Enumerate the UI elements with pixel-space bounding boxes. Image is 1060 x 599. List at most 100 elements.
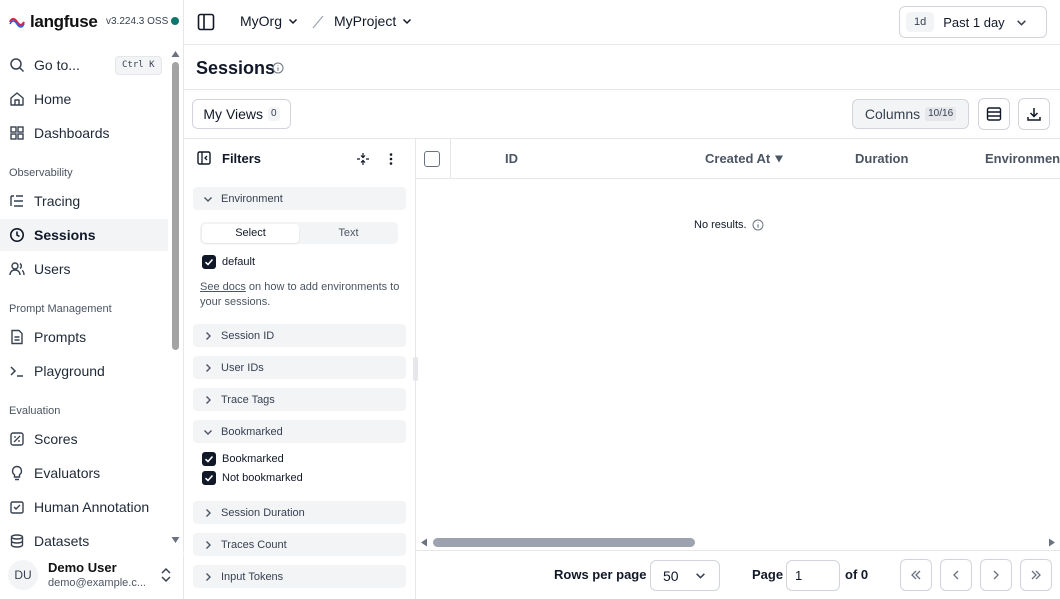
first-page-button[interactable] [900,559,932,591]
sidebar-item-home[interactable]: Home [0,83,168,115]
chevron-right-icon [206,331,211,340]
sidebar-toggle-icon[interactable] [197,13,215,31]
previous-page-button[interactable] [940,559,972,591]
sidebar-item-human-annotation[interactable]: Human Annotation [0,491,168,523]
facet-label: Trace Tags [221,393,275,406]
chevrons-up-down-icon[interactable] [160,567,172,583]
facet-environment[interactable]: Environment [193,187,406,210]
sidebar-item-label: Home [34,91,72,107]
column-header-environment[interactable]: Environment [985,151,1060,166]
see-docs-link[interactable]: See docs [200,281,246,293]
users-icon [9,262,25,276]
sidebar-item-dashboards[interactable]: Dashboards [0,117,168,149]
download-icon [1027,108,1041,121]
row-height-button[interactable] [978,98,1010,130]
database-icon [10,534,24,548]
sidebar: langfuse v3.224.3 OSS Go to... Ctrl K Ho… [0,0,184,599]
sidebar-item-label: Human Annotation [34,499,150,515]
facet-bookmarked[interactable]: Bookmarked [193,420,406,443]
facet-traces-count[interactable]: Traces Count [193,533,406,556]
environment-default-checkbox[interactable] [202,255,216,269]
facet-session-duration[interactable]: Session Duration [193,501,406,524]
list-tree-icon [10,195,23,207]
chevron-down-icon [1016,19,1026,26]
chevron-down-icon [288,18,298,25]
chevrons-right-icon [1031,570,1041,580]
chevron-down-icon [204,196,212,202]
column-header-id[interactable]: ID [505,151,518,166]
date-range-picker[interactable]: 1d Past 1 day [899,6,1047,38]
views-count-badge: 0 [268,107,280,121]
environment-hint: See docs on how to add environments to y… [200,280,400,310]
page-number-input[interactable] [786,560,840,591]
panel-left-icon[interactable] [197,151,211,165]
scroll-left-icon[interactable] [420,538,428,547]
column-header-created-at[interactable]: Created At [705,151,784,166]
project-switcher[interactable]: MyProject [334,13,412,29]
chevron-left-icon [953,570,959,580]
facet-label: Input Tokens [221,570,284,583]
info-icon[interactable] [272,62,284,74]
divider [184,89,1060,90]
group-label-observability: Observability [9,167,73,179]
column-divider [450,139,451,178]
select-all-checkbox[interactable] [424,151,440,167]
info-icon[interactable] [752,219,764,231]
chevron-right-icon [206,508,211,517]
facet-label: Traces Count [221,538,287,551]
sidebar-scroll-thumb[interactable] [172,62,179,350]
not-bookmarked-option-label: Not bookmarked [222,472,303,484]
sidebar-item-scores[interactable]: Scores [0,423,168,455]
facet-label: Session Duration [221,506,305,519]
date-range-label: Past 1 day [943,14,1005,30]
table-horizontal-scroll-thumb[interactable] [433,538,695,547]
sidebar-item-label: Users [34,261,71,277]
org-name: MyOrg [240,13,282,29]
facet-session-id[interactable]: Session ID [193,324,406,347]
sidebar-item-tracing[interactable]: Tracing [0,185,168,217]
resize-handle[interactable] [413,357,418,381]
next-page-button[interactable] [980,559,1012,591]
bookmarked-checkbox[interactable] [202,452,216,466]
facet-label: User IDs [221,361,264,374]
bookmarked-option-label: Bookmarked [222,453,284,465]
group-label-prompt-management: Prompt Management [9,303,112,315]
facet-input-tokens[interactable]: Input Tokens [193,565,406,588]
mode-text-tab[interactable]: Text [300,224,397,243]
not-bookmarked-checkbox[interactable] [202,471,216,485]
column-header-label: Created At [705,151,771,166]
my-views-button[interactable]: My Views 0 [192,99,291,129]
brand-name: langfuse [30,12,98,31]
empty-state: No results. [694,219,764,231]
divider [416,550,1060,551]
mode-select-tab[interactable]: Select [202,224,299,243]
chevron-right-icon [206,572,211,581]
sidebar-item-prompts[interactable]: Prompts [0,321,168,353]
scroll-right-icon[interactable] [1048,538,1056,547]
page-title: Sessions [196,58,276,78]
column-header-duration[interactable]: Duration [855,151,908,166]
chevrons-left-icon [911,570,921,580]
more-vertical-icon[interactable] [385,152,397,166]
divider [184,138,1060,139]
check-icon [204,258,214,266]
org-switcher[interactable]: MyOrg [240,13,298,29]
sidebar-item-sessions[interactable]: Sessions [0,219,168,251]
logo[interactable]: langfuse [8,10,98,34]
columns-button[interactable]: Columns 10/16 [852,99,969,129]
rows-per-page-select[interactable]: 50 [650,560,720,591]
sidebar-item-evaluators[interactable]: Evaluators [0,457,168,489]
chevron-down-icon [204,429,212,435]
lightbulb-icon [11,465,23,481]
last-page-button[interactable] [1020,559,1052,591]
facet-label: Bookmarked [221,425,283,438]
sidebar-item-label: Datasets [34,533,90,549]
facet-user-ids[interactable]: User IDs [193,356,406,379]
collapse-all-icon[interactable] [356,152,370,166]
sidebar-item-users[interactable]: Users [0,253,168,285]
sidebar-item-playground[interactable]: Playground [0,355,168,387]
page-total-label: of 0 [845,567,869,582]
download-button[interactable] [1018,98,1050,130]
my-views-label: My Views [203,106,264,122]
facet-trace-tags[interactable]: Trace Tags [193,388,406,411]
